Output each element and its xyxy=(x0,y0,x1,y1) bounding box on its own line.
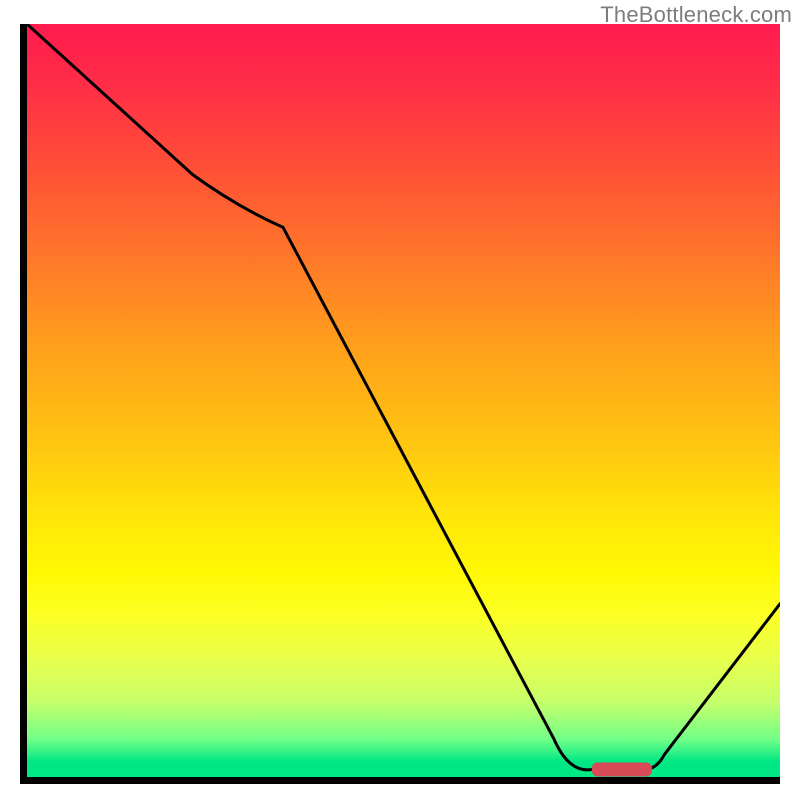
curve-svg xyxy=(27,24,780,777)
optimal-marker xyxy=(592,762,652,776)
plot-area xyxy=(20,24,780,784)
chart-container: TheBottleneck.com xyxy=(0,0,800,800)
bottleneck-curve xyxy=(27,24,780,770)
